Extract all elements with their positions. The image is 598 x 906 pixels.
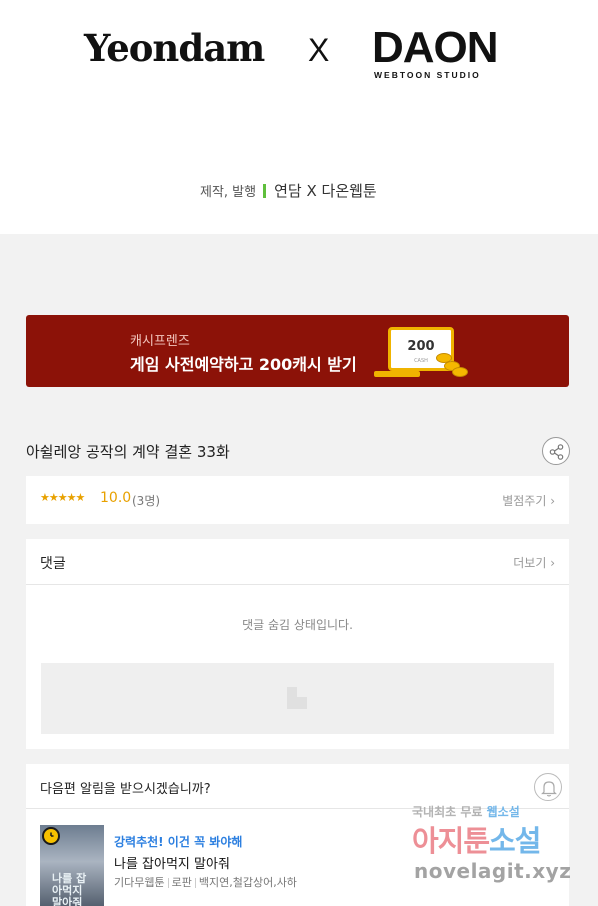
credit-divider — [263, 183, 267, 198]
notification-bell-button[interactable] — [534, 773, 562, 801]
recommendation-meta: 기다무웹툰 로판 백지연,철갑상어,사하 — [114, 874, 297, 890]
recommendation-tag: 강력추천! 이건 꼭 봐야해 — [114, 835, 243, 849]
recommendation-thumbnail[interactable]: 나를 잡아먹지 말아줘 — [40, 825, 104, 906]
watermark-url: novelagit.xyz — [414, 859, 572, 883]
star-rating-icon: ★★★★★ — [40, 491, 85, 504]
divider — [26, 584, 569, 585]
bell-icon — [541, 781, 557, 797]
coin-icon — [452, 367, 468, 377]
comments-more-link[interactable]: 더보기 › — [513, 554, 555, 571]
recommendation-genre: 로판 — [171, 876, 192, 889]
thumbnail-title-art: 나를 잡아먹지 말아줘 — [52, 872, 87, 906]
comments-hidden-message: 댓글 숨김 상태입니다. — [242, 618, 353, 632]
cash-card-base — [374, 371, 420, 377]
credits-header: Yeondam X DAON WEBTOON STUDIO 제작, 발행 연담 … — [0, 0, 598, 234]
banner-subtitle: 캐시프렌즈 — [130, 334, 190, 349]
daon-logo-subtitle: WEBTOON STUDIO — [374, 70, 481, 80]
episode-title: 아쉴레앙 공작의 계약 결혼 33화 — [26, 443, 230, 461]
production-credits: 제작, 발행 연담 X 다온웹툰 — [200, 180, 377, 201]
rate-button[interactable]: 별점주기 › — [502, 492, 555, 509]
cash-card-amount: 200 — [407, 339, 435, 354]
credit-studio: 연담 X 다온웹툰 — [274, 182, 377, 200]
ad-placeholder[interactable] — [41, 663, 554, 734]
wait-free-clock-icon — [42, 827, 60, 845]
logo-separator: X — [308, 32, 330, 68]
alert-question: 다음편 알림을 받으시겠습니까? — [40, 782, 211, 797]
comments-title: 댓글 — [40, 556, 66, 572]
recommendation-authors: 백지연,철갑상어,사하 — [198, 876, 297, 889]
watermark-brand: 아지툰소설 — [412, 824, 541, 858]
meta-divider — [167, 878, 169, 888]
comments-card: 댓글 더보기 › 댓글 숨김 상태입니다. — [26, 539, 569, 749]
daon-logo: DAON — [372, 23, 499, 72]
rating-count: (3명) — [132, 494, 161, 508]
cash-friends-banner[interactable]: 캐시프렌즈 게임 사전예약하고 200캐시 받기 200 CASH — [26, 315, 569, 387]
recommendation-title[interactable]: 나를 잡아먹지 말아줘 — [114, 853, 230, 872]
rating-card: ★★★★★ 10.0 (3명) 별점주기 › — [26, 476, 569, 524]
yeondam-logo: Yeondam — [84, 26, 265, 70]
share-icon — [549, 444, 564, 460]
share-button[interactable] — [542, 437, 570, 465]
credit-role: 제작, 발행 — [200, 185, 257, 200]
rating-value: 10.0 — [100, 490, 132, 506]
recommendation-category: 기다무웹툰 — [114, 876, 165, 889]
meta-divider — [194, 878, 196, 888]
ad-logo-icon — [287, 687, 307, 709]
banner-title: 게임 사전예약하고 200캐시 받기 — [130, 355, 357, 374]
